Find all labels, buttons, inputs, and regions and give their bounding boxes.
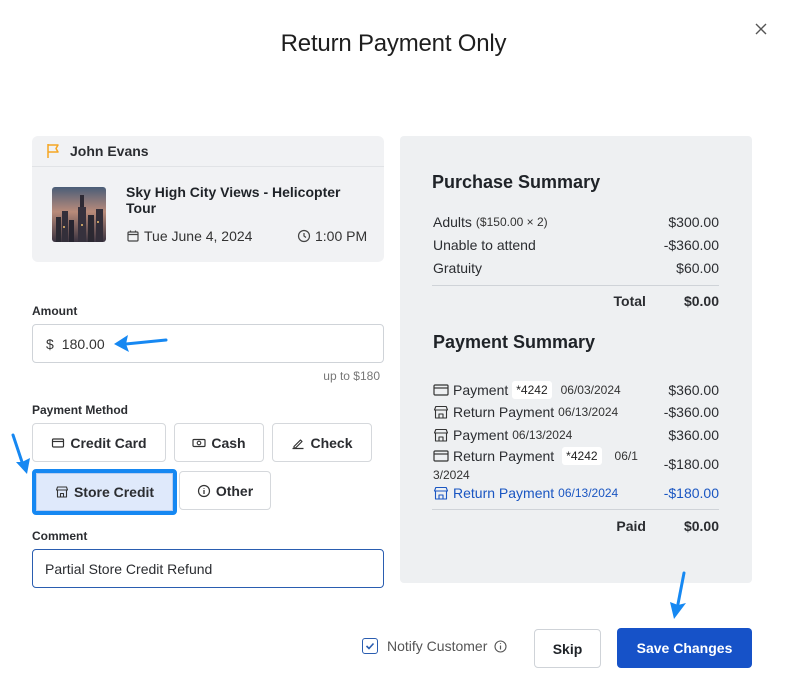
total-row: Total $0.00 [432,293,719,309]
purchase-row-value: -$360.00 [663,237,719,253]
payment-method-label-text: Store Credit [73,484,155,500]
payment-method-credit-card[interactable]: Credit Card [32,423,166,462]
check-icon [291,436,305,450]
info-icon [197,484,211,498]
purchase-row-label: Adults [433,214,472,230]
purchase-row: Unable to attend -$360.00 [433,234,719,256]
store-icon [433,486,449,500]
tour-title: Sky High City Views - Helicopter Tour [126,184,341,216]
credit-card-icon [51,436,65,450]
payment-row-label: Return Payment [453,485,555,501]
store-icon [433,428,449,442]
modal-title: Return Payment Only [280,30,507,57]
payment-row-date: 06/13/2024 [558,486,619,500]
comment-input[interactable] [45,560,365,577]
credit-card-icon [433,383,449,397]
payment-row: Payment 06/13/2024 $360.00 [433,424,719,446]
tour-image [52,187,106,242]
payment-method-label-text: Credit Card [70,434,147,451]
purchase-row-value: $300.00 [668,214,719,230]
cash-icon [192,436,206,450]
amount-label: Amount [32,304,78,318]
payment-method-label-text: Check [310,434,353,451]
amount-hint: up to $180 [323,369,380,383]
currency-symbol: $ [46,335,54,352]
payment-row: Payment *4242 06/03/2024 $360.00 [433,379,719,401]
payment-row-date: 06/13/2024 [512,428,573,442]
purchase-row-label: Unable to attend [433,237,536,253]
purchase-summary-heading: Purchase Summary [432,172,601,192]
notify-customer[interactable]: Notify Customer [362,638,507,654]
store-icon [55,485,69,499]
total-label: Total [613,293,646,309]
payment-row-label: Payment [453,427,509,443]
payment-method-label: Payment Method [32,403,129,417]
close-icon[interactable] [755,23,767,35]
calendar-icon [126,229,140,243]
payment-row-value: $360.00 [668,382,719,398]
purchase-row-value: $60.00 [676,260,719,276]
purchase-row-label: Gratuity [433,260,483,276]
payment-row-value: -$180.00 [663,456,719,472]
payment-method-label-text: Other [215,482,254,499]
amount-input[interactable] [61,335,262,352]
annotation-arrow-icon [11,433,30,474]
info-icon[interactable] [494,639,507,653]
close-button[interactable] [750,18,772,40]
payment-method-other[interactable]: Other [179,471,271,510]
payment-row-date-part1: 06/1 [614,449,638,463]
payment-row: Return Payment 06/13/2024 -$360.00 [433,401,719,423]
card-last4: *4242 [512,381,552,399]
credit-card-icon [433,449,449,463]
payment-method-label-text: Cash [211,434,246,451]
payment-method-check[interactable]: Check [272,423,372,462]
paid-label: Paid [616,518,646,534]
customer-name: John Evans [70,143,149,159]
notify-customer-label: Notify Customer [387,638,488,654]
payment-row: Return Payment *4242 06/1 3/2024 -$180.0… [433,445,719,483]
checkmark-icon [365,642,375,650]
customer-row: John Evans [32,136,384,167]
payment-row-label: Return Payment [453,404,555,420]
paid-value: $0.00 [683,518,719,534]
skip-button[interactable]: Skip [534,629,601,668]
notify-customer-checkbox[interactable] [362,638,378,654]
comment-field[interactable] [32,549,384,588]
summary-panel: Purchase Summary Adults ($150.00 × 2) $30… [400,136,752,583]
card-last4: *4242 [562,447,602,465]
tour-date-text: Tue June 4, 2024 [144,228,253,244]
purchase-row-detail: ($150.00 × 2) [475,215,548,229]
save-changes-button[interactable]: Save Changes [617,628,752,668]
divider [432,509,719,510]
payment-method-store-credit[interactable]: Store Credit [32,469,177,515]
paid-row: Paid $0.00 [432,518,719,534]
tour-date: Tue June 4, 2024 [126,228,252,244]
tour-time-text: 1:00 PM [315,228,368,244]
payment-row-value: $360.00 [668,427,719,443]
payment-row-label: Payment [453,382,509,398]
payment-method-cash[interactable]: Cash [174,423,264,462]
payment-row-date: 06/03/2024 [560,383,621,397]
payment-row-date: 06/13/2024 [558,405,619,419]
payment-row-label: Return Payment [453,448,555,464]
booking-card: John Evans Sky High City Views - Helicop… [32,136,384,262]
tour-time: 1:00 PM [297,228,367,244]
clock-icon [297,229,311,243]
divider [432,285,719,286]
payment-summary-heading: Payment Summary [433,332,596,352]
flag-icon [46,143,62,159]
comment-label: Comment [32,529,88,543]
payment-row-value: -$180.00 [663,485,719,501]
store-icon [433,405,449,419]
payment-row-highlighted: Return Payment 06/13/2024 -$180.00 [433,482,719,504]
purchase-row: Gratuity $60.00 [433,257,719,279]
payment-row-value: -$360.00 [663,404,719,420]
total-value: $0.00 [683,293,719,309]
amount-field[interactable]: $ [32,324,384,363]
purchase-row: Adults ($150.00 × 2) $300.00 [433,211,719,233]
